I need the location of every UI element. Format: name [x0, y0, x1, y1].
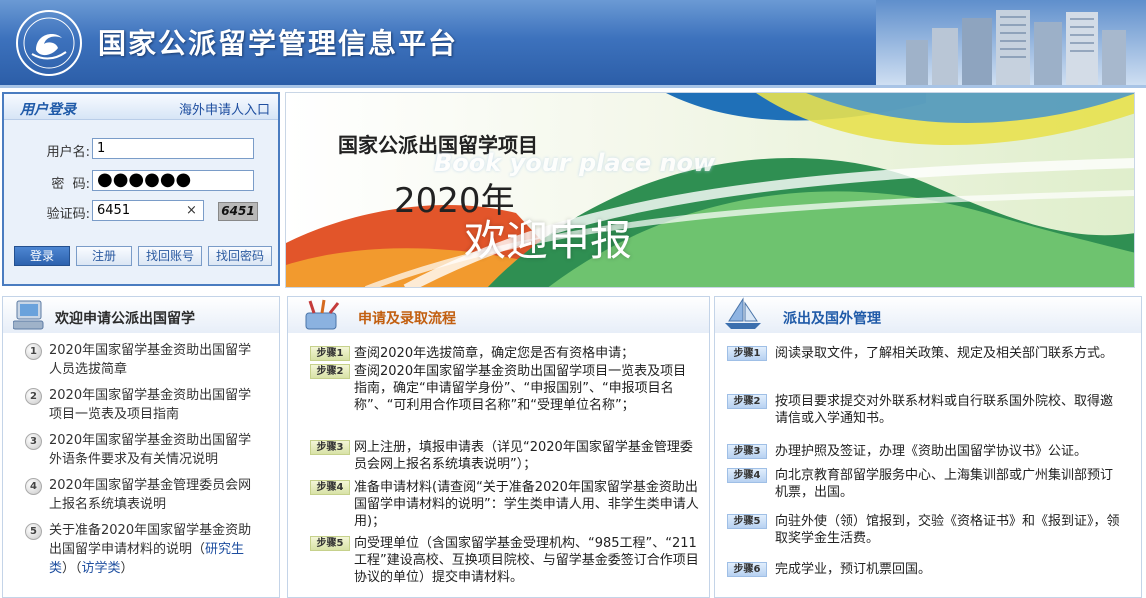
step-tag: 步骤3: [310, 440, 350, 455]
login-header: 用户登录 海外申请人入口: [4, 94, 278, 120]
captcha-image[interactable]: 6451: [218, 202, 258, 221]
dispatch-step-3: 步骤3 办理护照及签证，办理《资助出国留学协议书》公证。: [715, 443, 1141, 467]
password-input[interactable]: ●●●●●●: [92, 170, 254, 191]
dispatch-management-panel: 派出及国外管理 步骤1 阅读录取文件，了解相关政策、规定及相关部门联系方式。 步骤…: [714, 296, 1142, 598]
dispatch-step-2: 步骤2 按项目要求提交对外联系材料或自行联系国外院校、取得邀请信或入学通知书。: [715, 393, 1141, 443]
list-item[interactable]: 5 关于准备2020年国家留学基金资助出国留学申请材料的说明（研究生类）（访学类）: [3, 521, 279, 581]
dispatch-steps: 步骤1 阅读录取文件，了解相关政策、规定及相关部门联系方式。 步骤2 按项目要求提交…: [715, 345, 1141, 581]
number-badge: 2: [25, 388, 42, 405]
tools-icon: [305, 299, 340, 330]
login-title: 用户登录: [20, 102, 76, 118]
step-tag: 步骤5: [310, 536, 350, 551]
welcome-panel: 欢迎申请公派出国留学 1 2020年国家留学基金资助出国留学人员选拔简章 2 202…: [2, 296, 280, 598]
process-step-5: 步骤5 向受理单位（含国家留学基金受理机构、“985工程”、“211工程”建设高校…: [288, 535, 709, 591]
process-step-2: 步骤2 查阅2020年国家留学基金资助出国留学项目一览表及项目指南，确定“申请留学…: [288, 363, 709, 439]
login-button[interactable]: 登录: [14, 246, 70, 266]
site-title: 国家公派留学管理信息平台: [98, 27, 459, 60]
step-tag: 步骤2: [727, 394, 767, 409]
welcome-title: 欢迎申请公派出国留学: [55, 311, 195, 327]
step-text: 完成学业，预订机票回国。: [775, 562, 932, 577]
list-item-text[interactable]: 2020年国家留学基金资助出国留学项目一览表及项目指南: [49, 388, 251, 422]
dispatch-step-4: 步骤4 向北京教育部留学服务中心、上海集训部或广州集训部预订机票，出国。: [715, 467, 1141, 513]
step-tag: 步骤5: [727, 514, 767, 529]
list-item-text[interactable]: 2020年国家留学基金管理委员会网上报名系统填表说明: [49, 478, 251, 512]
number-badge: 3: [25, 433, 42, 450]
process-title: 申请及录取流程: [358, 311, 456, 327]
login-panel: 用户登录 海外申请人入口 用户名: 密 码: ●●●●●● 验证码: × 645…: [2, 92, 280, 286]
captcha-row: 验证码: × 6451: [4, 200, 280, 222]
process-step-4: 步骤4 准备申请材料(请查阅“关于准备2020年国家留学基金资助出国留学申请材料的…: [288, 479, 709, 535]
captcha-label: 验证码:: [46, 207, 90, 222]
dispatch-title: 派出及国外管理: [783, 311, 881, 327]
city-skyline-image: [876, 0, 1146, 85]
step-text: 向北京教育部留学服务中心、上海集训部或广州集训部预订机票，出国。: [775, 468, 1114, 500]
process-steps: 步骤1 查阅2020年选拔简章，确定您是否有资格申请； 步骤2 查阅2020年国家留…: [288, 345, 709, 591]
step-text: 向受理单位（含国家留学基金受理机构、“985工程”、“211工程”建设高校、互换…: [354, 536, 699, 585]
process-header: 申请及录取流程: [288, 297, 709, 333]
number-badge: 5: [25, 523, 42, 540]
computer-icon: [13, 300, 44, 330]
dispatch-step-6: 步骤6 完成学业，预订机票回国。: [715, 561, 1141, 581]
list-item-text[interactable]: 2020年国家留学基金资助出国留学人员选拔简章: [49, 343, 251, 377]
step-text: 查阅2020年国家留学基金资助出国留学项目一览表及项目指南，确定“申请留学身份”…: [354, 364, 687, 413]
promo-banner[interactable]: 国家公派出国留学项目 Book your place now 2020年 欢迎申…: [285, 92, 1135, 288]
dispatch-step-1: 步骤1 阅读录取文件，了解相关政策、规定及相关部门联系方式。: [715, 345, 1141, 393]
step-text: 网上注册，填报申请表（详见“2020年国家留学基金管理委员会网上报名系统填表说明…: [354, 440, 693, 472]
site-header: 国家公派留学管理信息平台: [0, 0, 1146, 88]
step-text: 向驻外使（领）馆报到，交验《资格证书》和《报到证》，领取奖学金生活费。: [775, 514, 1120, 546]
list-item[interactable]: 3 2020年国家留学基金资助出国留学外语条件要求及有关情况说明: [3, 431, 279, 476]
password-label: 密 码:: [51, 177, 90, 192]
overseas-applicant-link[interactable]: 海外申请人入口: [179, 99, 270, 118]
list-item-text[interactable]: 2020年国家留学基金资助出国留学外语条件要求及有关情况说明: [49, 433, 251, 467]
application-process-panel: 申请及录取流程 步骤1 查阅2020年选拔简章，确定您是否有资格申请； 步骤2 查阅…: [287, 296, 710, 598]
list-item[interactable]: 4 2020年国家留学基金管理委员会网上报名系统填表说明: [3, 476, 279, 521]
step-text: 办理护照及签证，办理《资助出国留学协议书》公证。: [775, 444, 1088, 459]
process-step-3: 步骤3 网上注册，填报申请表（详见“2020年国家留学基金管理委员会网上报名系统填…: [288, 439, 709, 479]
username-row: 用户名:: [4, 138, 280, 160]
dispatch-step-5: 步骤5 向驻外使（领）馆报到，交验《资格证书》和《报到证》，领取奖学金生活费。: [715, 513, 1141, 561]
find-password-button[interactable]: 找回密码: [208, 246, 272, 266]
step-tag: 步骤4: [727, 468, 767, 483]
username-label: 用户名:: [46, 145, 90, 160]
step-text: 阅读录取文件，了解相关政策、规定及相关部门联系方式。: [775, 346, 1114, 361]
password-row: 密 码: ●●●●●●: [4, 170, 280, 192]
csc-logo-icon[interactable]: [14, 8, 84, 78]
visiting-scholar-link[interactable]: 访学类: [82, 561, 121, 576]
banner-welcome: 欢迎申报: [464, 216, 633, 265]
register-button[interactable]: 注册: [76, 246, 132, 266]
step-text: 准备申请材料(请查阅“关于准备2020年国家留学基金资助出国留学申请材料的说明”…: [354, 480, 699, 529]
step-tag: 步骤4: [310, 480, 350, 495]
step-text: 按项目要求提交对外联系材料或自行联系国外院校、取得邀请信或入学通知书。: [775, 394, 1114, 426]
sailboat-icon: [725, 297, 761, 329]
step-tag: 步骤1: [727, 346, 767, 361]
find-account-button[interactable]: 找回账号: [138, 246, 202, 266]
number-badge: 1: [25, 343, 42, 360]
login-buttons: 登录 注册 找回账号 找回密码: [12, 246, 274, 268]
welcome-header: 欢迎申请公派出国留学: [3, 297, 279, 333]
step-tag: 步骤3: [727, 444, 767, 459]
step-text: 查阅2020年选拔简章，确定您是否有资格申请；: [354, 346, 635, 361]
list-item[interactable]: 2 2020年国家留学基金资助出国留学项目一览表及项目指南: [3, 386, 279, 431]
username-input[interactable]: [92, 138, 254, 159]
process-step-1: 步骤1 查阅2020年选拔简章，确定您是否有资格申请；: [288, 345, 709, 363]
dispatch-header: 派出及国外管理: [715, 297, 1141, 333]
step-tag: 步骤2: [310, 364, 350, 379]
number-badge: 4: [25, 478, 42, 495]
clear-icon[interactable]: ×: [186, 203, 197, 218]
welcome-list: 1 2020年国家留学基金资助出国留学人员选拔简章 2 2020年国家留学基金资助出…: [3, 341, 279, 581]
step-tag: 步骤1: [310, 346, 350, 361]
list-item[interactable]: 1 2020年国家留学基金资助出国留学人员选拔简章: [3, 341, 279, 386]
step-tag: 步骤6: [727, 562, 767, 577]
